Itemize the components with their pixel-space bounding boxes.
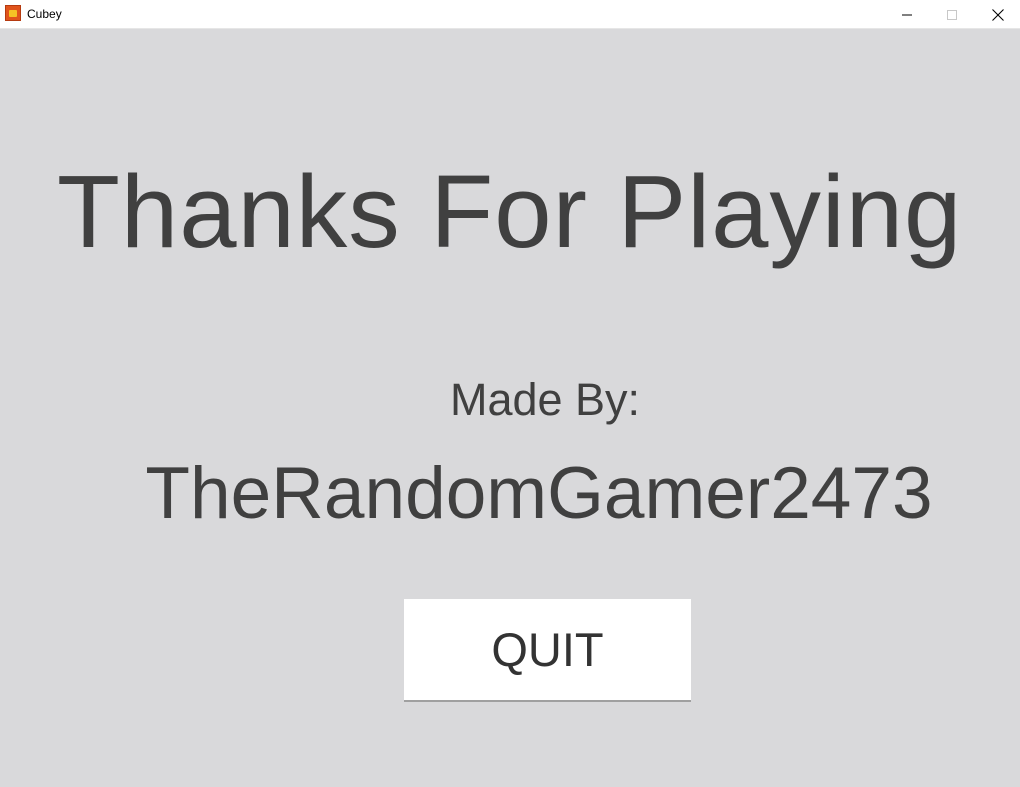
maximize-button[interactable] — [929, 0, 975, 29]
close-button[interactable] — [975, 0, 1020, 29]
maximize-icon — [947, 9, 957, 20]
cubey-app-icon — [5, 5, 21, 21]
minimize-button[interactable] — [884, 0, 930, 29]
thanks-headline: Thanks For Playing — [57, 154, 963, 269]
title-bar[interactable]: Cubey — [0, 0, 1020, 29]
author-name: TheRandomGamer2473 — [145, 453, 933, 534]
minimize-icon — [902, 14, 912, 15]
window-title: Cubey — [27, 7, 62, 21]
credit-label: Made By: — [449, 374, 641, 425]
end-screen: Thanks For Playing Made By: TheRandomGam… — [0, 29, 1020, 787]
close-icon — [992, 8, 1004, 21]
quit-button[interactable]: QUIT — [404, 599, 691, 702]
game-window: Cubey Thanks For Playing Made By: TheRan… — [0, 0, 1020, 787]
